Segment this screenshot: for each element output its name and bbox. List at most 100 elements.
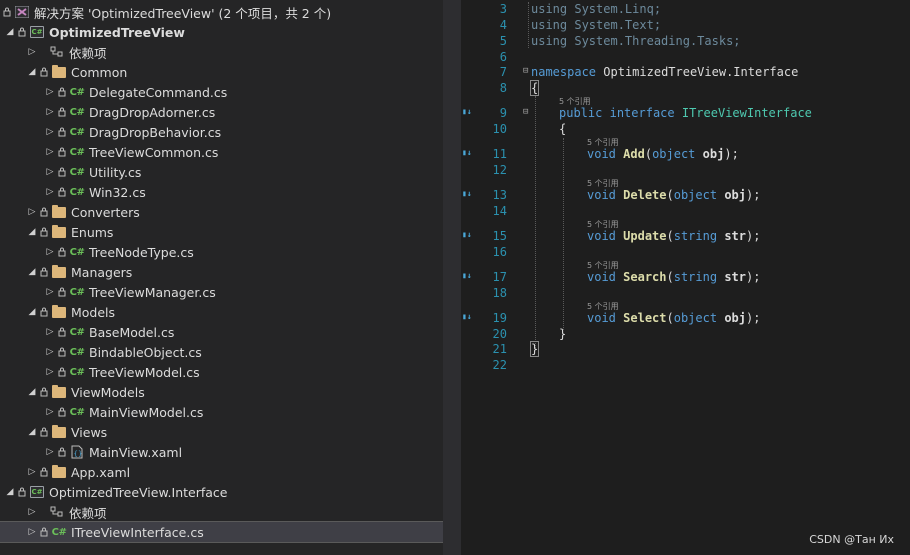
file-label: BindableObject.cs: [89, 344, 202, 360]
collapsed-arrow-icon[interactable]: ▷: [44, 287, 56, 297]
file-label: TreeViewCommon.cs: [89, 144, 219, 160]
folder-common[interactable]: ◢ Common: [0, 62, 443, 82]
code-line-20: }: [559, 327, 567, 341]
line-number: 14: [492, 204, 507, 218]
expanded-arrow-icon[interactable]: ◢: [26, 387, 38, 397]
collapsed-arrow-icon[interactable]: ▷: [44, 187, 56, 197]
file-node[interactable]: ▷ C# Win32.cs: [0, 182, 443, 202]
expanded-arrow-icon[interactable]: ◢: [26, 307, 38, 317]
folder-enums[interactable]: ◢ Enums: [0, 222, 443, 242]
collapsed-arrow-icon[interactable]: ▷: [44, 147, 56, 157]
line-number: 8: [499, 81, 507, 95]
collapse-toggle-icon[interactable]: ⊟: [523, 66, 528, 76]
csharp-file-icon: C#: [69, 126, 85, 138]
line-number: 6: [499, 50, 507, 64]
collapsed-arrow-icon[interactable]: ▷: [44, 127, 56, 137]
collapsed-arrow-icon[interactable]: ▷: [44, 347, 56, 357]
folder-views[interactable]: ◢ Views: [0, 422, 443, 442]
project-node-optimizedtreeview[interactable]: ◢ C# OptimizedTreeView: [0, 22, 443, 42]
code-editor[interactable]: 3 4 5 6 7 8 9 10 11 12 13 14 15 16 17 18…: [461, 0, 910, 555]
lock-icon: [56, 147, 68, 157]
file-node[interactable]: ▷ C# DragDropAdorner.cs: [0, 102, 443, 122]
project-label: OptimizedTreeView.Interface: [49, 484, 228, 500]
expanded-arrow-icon[interactable]: ◢: [26, 427, 38, 437]
csharp-file-icon: C#: [69, 286, 85, 298]
file-node[interactable]: ▷ C# TreeViewModel.cs: [0, 362, 443, 382]
implementation-marker-icon[interactable]: ▮↓: [462, 189, 472, 198]
folder-icon: [50, 224, 68, 239]
collapsed-arrow-icon[interactable]: ▷: [44, 167, 56, 177]
implementation-marker-icon[interactable]: ▮↓: [462, 107, 472, 116]
code-line-4: using System.Text;: [531, 18, 662, 32]
implementation-marker-icon[interactable]: ▮↓: [462, 271, 472, 280]
csharp-file-icon: C#: [69, 166, 85, 178]
file-node[interactable]: ▷ C# MainViewModel.cs: [0, 402, 443, 422]
folder-label: Views: [71, 424, 108, 440]
folder-icon: [50, 264, 68, 279]
implementation-marker-icon[interactable]: ▮↓: [462, 148, 472, 157]
expanded-arrow-icon[interactable]: ◢: [26, 227, 38, 237]
csharp-file-icon: C#: [69, 186, 85, 198]
file-node[interactable]: ▷ C# TreeViewManager.cs: [0, 282, 443, 302]
folder-models[interactable]: ◢ Models: [0, 302, 443, 322]
collapsed-arrow-icon[interactable]: ▷: [44, 327, 56, 337]
dependencies-node[interactable]: ▷ 依赖项: [0, 42, 443, 62]
code-line-11: void Add(object obj);: [587, 147, 739, 161]
collapsed-arrow-icon[interactable]: ▷: [44, 367, 56, 377]
lock-icon: [38, 427, 50, 437]
dependencies-node[interactable]: ▷ 依赖项: [0, 502, 443, 522]
lock-icon: [38, 67, 50, 77]
collapsed-arrow-icon[interactable]: ▷: [26, 207, 38, 217]
csharp-project-icon: C#: [30, 26, 44, 38]
file-node[interactable]: ▷ C# BindableObject.cs: [0, 342, 443, 362]
expanded-arrow-icon[interactable]: ◢: [26, 67, 38, 77]
file-label: Utility.cs: [89, 164, 142, 180]
implementation-marker-icon[interactable]: ▮↓: [462, 312, 472, 321]
expanded-arrow-icon[interactable]: ◢: [4, 27, 16, 37]
line-number: 3: [499, 2, 507, 16]
file-node-app-xaml[interactable]: ▷ App.xaml: [0, 462, 443, 482]
file-node[interactable]: ▷ C# TreeNodeType.cs: [0, 242, 443, 262]
lock-icon: [56, 87, 68, 97]
csharp-file-icon: C#: [69, 366, 85, 378]
lock-icon: [56, 447, 68, 457]
folder-managers[interactable]: ◢ Managers: [0, 262, 443, 282]
collapsed-arrow-icon[interactable]: ▷: [44, 447, 56, 457]
expanded-arrow-icon[interactable]: ◢: [26, 267, 38, 277]
file-node[interactable]: ▷ {} MainView.xaml: [0, 442, 443, 462]
solution-node[interactable]: 解决方案 'OptimizedTreeView' (2 个项目，共 2 个): [0, 2, 443, 22]
file-node-itreeviewinterface[interactable]: ▷ C# ITreeViewInterface.cs: [0, 521, 443, 543]
expanded-arrow-icon[interactable]: ◢: [4, 487, 16, 497]
panel-splitter[interactable]: [443, 0, 461, 555]
collapsed-arrow-icon[interactable]: ▷: [26, 467, 38, 477]
file-node[interactable]: ▷ C# DragDropBehavior.cs: [0, 122, 443, 142]
file-node[interactable]: ▷ C# TreeViewCommon.cs: [0, 142, 443, 162]
collapse-toggle-icon[interactable]: ⊟: [523, 107, 528, 117]
file-label: ITreeViewInterface.cs: [71, 524, 204, 540]
lock-icon: [38, 307, 50, 317]
collapsed-arrow-icon[interactable]: ▷: [26, 527, 38, 537]
collapsed-arrow-icon[interactable]: ▷: [26, 47, 38, 57]
folder-icon: [50, 424, 68, 439]
collapsed-arrow-icon[interactable]: ▷: [44, 247, 56, 257]
collapsed-arrow-icon[interactable]: ▷: [26, 507, 38, 517]
csharp-file-icon: C#: [69, 146, 85, 158]
collapsed-arrow-icon[interactable]: ▷: [44, 87, 56, 97]
file-node[interactable]: ▷ C# Utility.cs: [0, 162, 443, 182]
code-line-5: using System.Threading.Tasks;: [531, 34, 741, 48]
lock-icon: [38, 267, 50, 277]
csharp-file-icon: C#: [69, 86, 85, 98]
dependencies-icon: [48, 505, 66, 519]
implementation-marker-icon[interactable]: ▮↓: [462, 230, 472, 239]
collapsed-arrow-icon[interactable]: ▷: [44, 407, 56, 417]
lock-icon: [56, 127, 68, 137]
file-label: DelegateCommand.cs: [89, 84, 228, 100]
folder-converters[interactable]: ▷ Converters: [0, 202, 443, 222]
lock-icon: [56, 107, 68, 117]
file-node[interactable]: ▷ C# BaseModel.cs: [0, 322, 443, 342]
line-number: 22: [492, 358, 507, 372]
folder-viewmodels[interactable]: ◢ ViewModels: [0, 382, 443, 402]
collapsed-arrow-icon[interactable]: ▷: [44, 107, 56, 117]
file-node[interactable]: ▷ C# DelegateCommand.cs: [0, 82, 443, 102]
project-node-interface[interactable]: ◢ C# OptimizedTreeView.Interface: [0, 482, 443, 502]
